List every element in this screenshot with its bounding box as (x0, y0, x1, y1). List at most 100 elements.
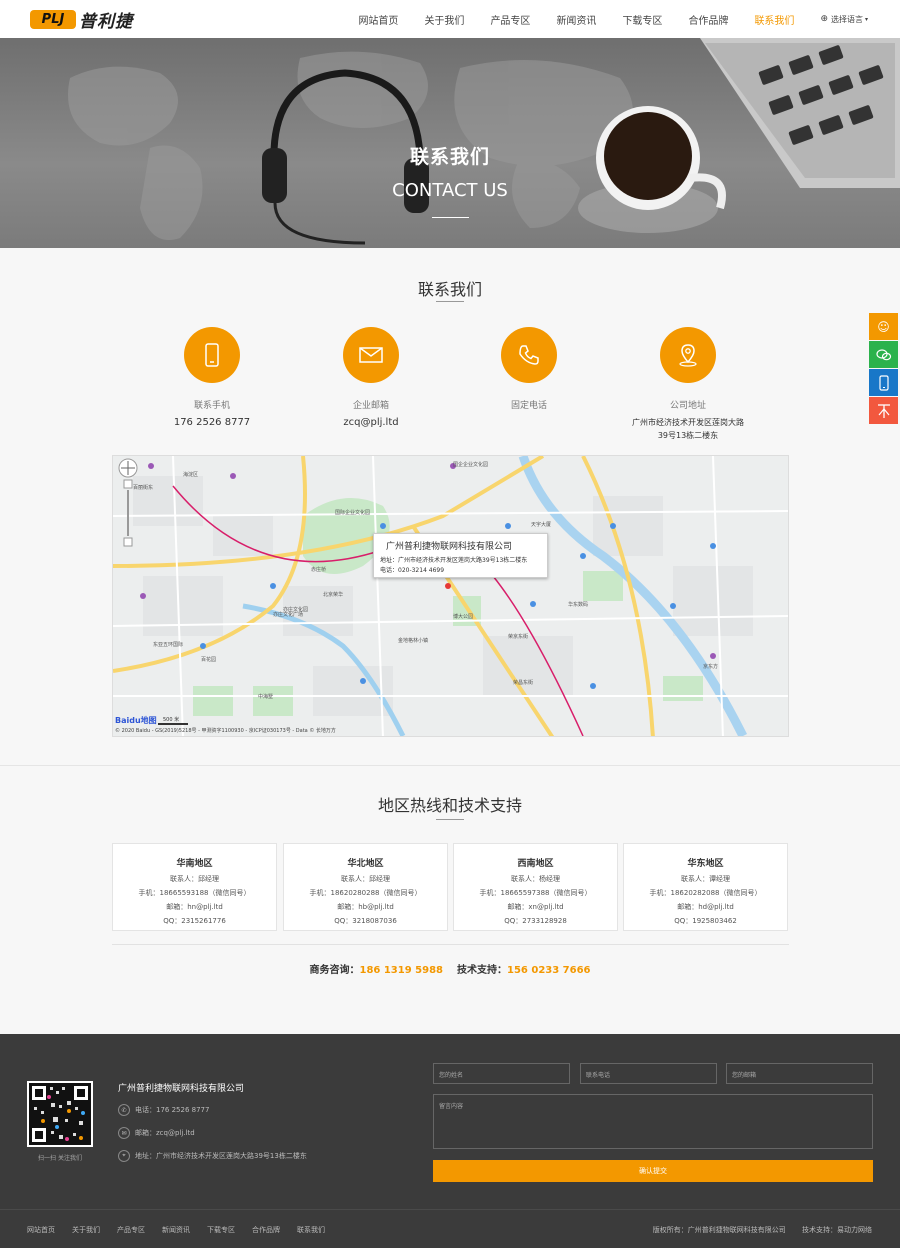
language-label: 选择语言 (830, 14, 863, 24)
email-input[interactable]: 您的邮箱 (726, 1063, 873, 1084)
name-input[interactable]: 您的姓名 (433, 1063, 570, 1084)
logo-badge: PLJ (30, 9, 76, 29)
contact-email-value: zcq@plj.ltd (343, 417, 399, 428)
message-textarea[interactable]: 留言内容 (433, 1094, 873, 1149)
mobile-icon[interactable] (869, 369, 898, 396)
smile-icon[interactable]: ☺ (869, 313, 898, 340)
region-card-east: 华东地区 联系人：谭经理 手机：18620282088（微信同号） 邮箱：hd@… (623, 843, 788, 931)
footer-tech-support[interactable]: 技术支持：易动力网络 (802, 1226, 872, 1234)
footer-email-text: 邮箱：zcq@plj.ltd (135, 1129, 195, 1137)
region-email: 邮箱：hb@plj.ltd (337, 903, 394, 911)
map-label: 博大公园 (453, 613, 473, 620)
contact-mobile-value: 176 2526 8777 (173, 417, 251, 428)
phone-input[interactable]: 联系电话 (580, 1063, 717, 1084)
map-label: 赤庄桥 (311, 566, 326, 573)
region-name: 华东地区 (687, 859, 724, 869)
region-card-southwest: 西南地区 联系人：杨经理 手机：18665597388（微信同号） 邮箱：xn@… (453, 843, 618, 931)
logo[interactable]: PLJ 普利捷 (30, 9, 133, 32)
mail-icon: ✉ (118, 1127, 130, 1139)
region-mobile: 手机：18620280288（微信同号） (309, 889, 422, 897)
nav-item-contact[interactable]: 联系我们 (754, 12, 794, 27)
logo-text: 普利捷 (79, 11, 133, 32)
footer-nav-brands[interactable]: 合作品牌 (252, 1225, 280, 1235)
baidu-map[interactable]: 国企企业文化园 国际企业文化园 赤庄桥 亦庄文化园 天宇大厦 北京荣华 金地格林… (112, 455, 789, 737)
map-label: 国际企业文化园 (335, 509, 370, 516)
contact-landline-label: 固定电话 (510, 401, 547, 411)
contact-email-label: 企业邮箱 (352, 401, 389, 411)
language-select[interactable]: ⊕ 选择语言 ▾ (820, 14, 868, 25)
region-mobile: 手机：18620282088（微信同号） (649, 889, 762, 897)
map-label: 亦庄文化广场 (273, 611, 303, 618)
region-name: 华南地区 (176, 859, 213, 869)
map-copyright: © 2020 Baidu - GS(2019)5218号 - 甲测资字11009… (115, 728, 336, 734)
footer-nav-products[interactable]: 产品专区 (117, 1225, 145, 1235)
section-divider (0, 765, 900, 766)
footer-nav-contact[interactable]: 联系我们 (297, 1225, 325, 1235)
nav-item-download[interactable]: 下载专区 (622, 12, 662, 27)
footer-nav-about[interactable]: 关于我们 (72, 1225, 100, 1235)
contact-address-label: 公司地址 (669, 401, 706, 411)
map-label: 百花园 (201, 656, 216, 663)
nav-item-brands[interactable]: 合作品牌 (688, 12, 728, 27)
region-contact: 联系人：杨经理 (511, 875, 560, 883)
baidu-logo: Baidu地图 (115, 716, 157, 725)
qr-code (27, 1081, 93, 1147)
tech-number: 156 0233 7666 (507, 965, 591, 976)
footer-phone: ✆ 电话：176 2526 8777 (118, 1104, 209, 1116)
back-to-top-icon[interactable] (869, 397, 898, 424)
map-label: 东亚五环国际 (153, 641, 183, 648)
hotline-divider (112, 944, 789, 945)
banner-subtitle: CONTACT US (392, 180, 508, 201)
footer-nav-news[interactable]: 新闻资讯 (162, 1225, 190, 1235)
location-icon: ⌖ (118, 1150, 130, 1162)
map-label: 金地格林小镇 (398, 637, 428, 644)
business-label: 商务咨询： (309, 965, 360, 976)
region-mobile: 手机：18665597388（微信同号） (479, 889, 592, 897)
region-email: 邮箱：hd@plj.ltd (677, 903, 734, 911)
footer-copyright-bar: 版权所有：广州普利捷物联网科技有限公司 技术支持：易动力网络 (653, 1225, 872, 1235)
banner-title: 联系我们 (409, 146, 490, 168)
footer-divider (0, 1209, 900, 1210)
qr-caption: 扫一扫 关注我们 (38, 1155, 82, 1162)
region-name: 西南地区 (517, 859, 554, 869)
map-popup-address: 地址：广州市经济技术开发区莲岗大路39号13栋二楼东 (380, 557, 528, 564)
contact-mobile: 联系手机 176 2526 8777 (127, 327, 297, 429)
main-nav: 网站首页 关于我们 产品专区 新闻资讯 下载专区 合作品牌 联系我们 ⊕ 选择语… (358, 0, 900, 38)
region-card-south: 华南地区 联系人：邱经理 手机：18665593188（微信同号） 邮箱：hn@… (112, 843, 277, 931)
map-label: 荣京东街 (508, 633, 528, 640)
tech-label: 技术支持： (457, 965, 507, 976)
region-email: 邮箱：hn@plj.ltd (166, 903, 223, 911)
nav-item-about[interactable]: 关于我们 (424, 12, 464, 27)
footer-nav-home[interactable]: 网站首页 (27, 1225, 55, 1235)
footer-address: ⌖ 地址：广州市经济技术开发区莲岗大路39号13栋二楼东 (118, 1150, 307, 1162)
contact-address: 公司地址 广州市经济技术开发区莲岗大路39号13栋二楼东 (603, 327, 773, 442)
footer-company-name: 广州普利捷物联网科技有限公司 (118, 1084, 245, 1094)
map-label: 国企企业文化园 (453, 461, 488, 468)
map-scale: 500 米 (163, 717, 180, 723)
contact-title-underline (436, 301, 464, 302)
region-qq: QQ：3218087036 (334, 917, 397, 925)
map-label: 华东数码 (568, 601, 588, 608)
submit-button[interactable]: 确认提交 (433, 1160, 873, 1182)
region-email: 邮箱：xn@plj.ltd (507, 903, 564, 911)
map-label: 天宇大厦 (531, 521, 551, 528)
footer-nav-download[interactable]: 下载专区 (207, 1225, 235, 1235)
nav-item-home[interactable]: 网站首页 (358, 12, 398, 27)
banner: 联系我们 CONTACT US (0, 38, 900, 248)
map-info-popup[interactable]: 广州普利捷物联网科技有限公司 地址：广州市经济技术开发区莲岗大路39号13栋二楼… (373, 533, 548, 578)
nav-item-news[interactable]: 新闻资讯 (556, 12, 596, 27)
nav-item-products[interactable]: 产品专区 (490, 12, 530, 27)
wechat-icon[interactable] (869, 341, 898, 368)
qr-code-icon (29, 1083, 91, 1145)
contact-section-title: 联系我们 (417, 280, 482, 299)
map-label: 海淀区 (183, 471, 198, 478)
contact-mobile-label: 联系手机 (193, 401, 230, 411)
map-popup-title: 广州普利捷物联网科技有限公司 (386, 542, 513, 552)
map-label: 北京荣华 (323, 591, 343, 598)
footer-copyright: 版权所有：广州普利捷物联网科技有限公司 (652, 1226, 786, 1234)
region-qq: QQ：2315261776 (163, 917, 226, 925)
phone-icon: ✆ (118, 1104, 130, 1116)
map-drawing: 国企企业文化园 国际企业文化园 赤庄桥 亦庄文化园 天宇大厦 北京荣华 金地格林… (113, 456, 788, 736)
map-popup-phone: 电话：020-3214 4699 (380, 567, 445, 574)
map-label: 京东方 (703, 663, 718, 670)
